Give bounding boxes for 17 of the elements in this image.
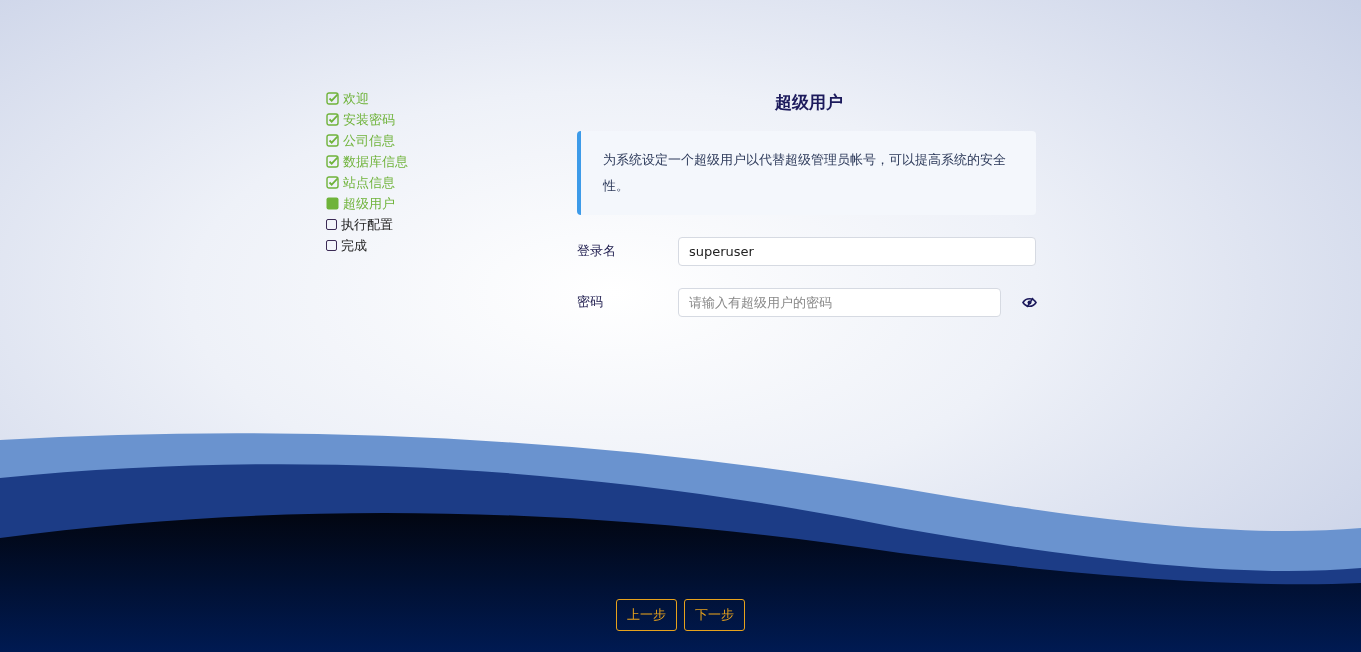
step-button[interactable]: 下一步 [684,599,745,631]
notice-panel: 为系统设定一个超级用户以代替超级管理员帐号，可以提高系统的安全性。 [577,130,1036,215]
step-label: 超级用户 [343,194,395,213]
step-label: 完成 [341,236,367,255]
step-label: 欢迎 [343,89,369,108]
eye-icon[interactable] [1022,296,1037,308]
field-label: 登录名 [577,242,617,261]
field-label: 密码 [577,293,604,312]
step-label: 站点信息 [343,173,395,192]
page-title: 超级用户 [774,91,844,114]
step-button[interactable]: 上一步 [616,599,677,631]
step-label: 安装密码 [343,110,395,129]
input-field[interactable]: superuser [678,236,1036,266]
input-field[interactable]: 请输入有超级用户的密码 [678,287,1001,317]
step-label: 执行配置 [341,215,393,234]
step-label: 公司信息 [343,131,395,150]
step-label: 数据库信息 [343,152,408,171]
